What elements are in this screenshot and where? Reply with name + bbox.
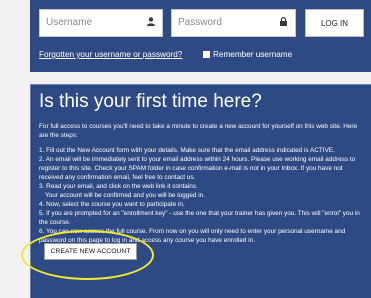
login-button[interactable]: LOG IN	[305, 9, 364, 37]
step-item: 1. Fill out the New Account form with yo…	[39, 147, 335, 154]
person-icon	[147, 17, 155, 29]
intro-text: For full access to courses you'll need t…	[39, 123, 358, 139]
username-placeholder: Username	[46, 17, 93, 28]
password-field[interactable]: Password	[171, 9, 296, 37]
remember-username-label: Remember username	[213, 50, 293, 59]
lock-icon	[280, 17, 287, 29]
step-item: 4. Now, select the course you want to pa…	[39, 201, 185, 208]
remember-username-checkbox[interactable]	[203, 51, 210, 58]
forgot-password-link[interactable]: Forgotten your username or password?	[39, 50, 182, 59]
step-item: Your account will be confirmed and you w…	[45, 192, 205, 199]
step-item: 3. Read your email, and click on the web…	[39, 183, 198, 190]
step-item: 5. If you are prompted for an "enrollmen…	[39, 210, 360, 226]
login-panel: Username Password LOG IN Forgotten your …	[30, 0, 371, 72]
password-placeholder: Password	[178, 17, 222, 28]
first-time-heading: Is this your first time here?	[39, 91, 262, 112]
step-item: 2. An email will be immediately sent to …	[39, 156, 356, 181]
username-field[interactable]: Username	[39, 9, 163, 37]
highlight-annotation	[21, 230, 154, 280]
